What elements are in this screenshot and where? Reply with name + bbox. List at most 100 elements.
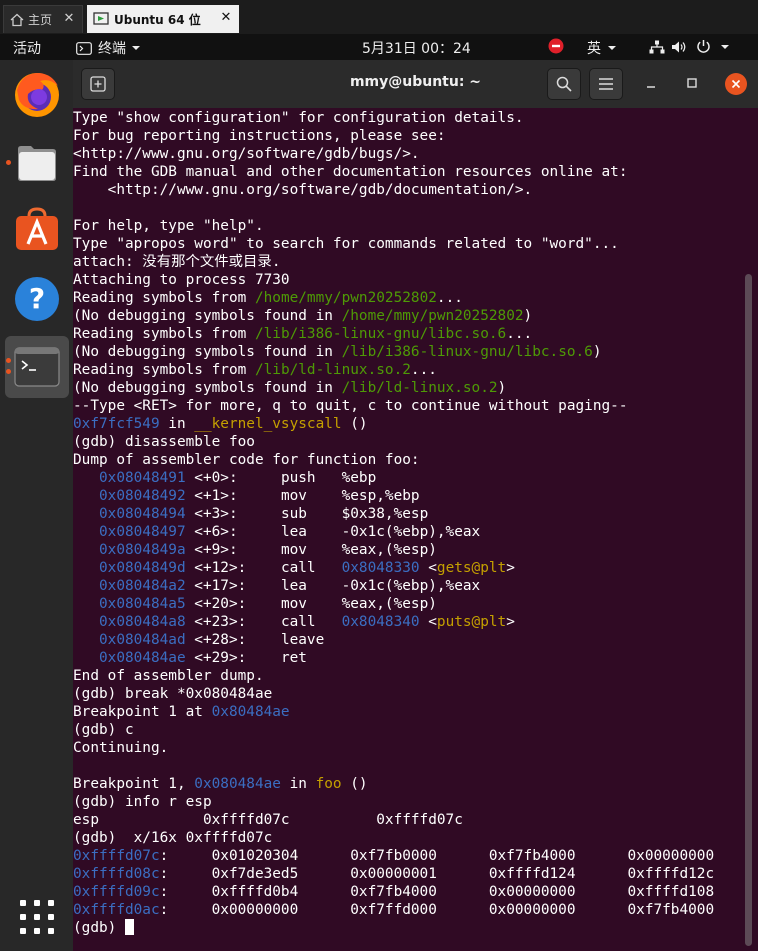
dock-software-center[interactable] [5,200,69,262]
terminal-line: 0x08048497 <+6>: lea -0x1c(%ebp),%eax [73,523,743,541]
chevron-down-icon [721,44,729,49]
minimize-icon[interactable] [646,79,656,89]
terminal-text: Dump of assembler code for function foo: [73,452,420,468]
menu-button[interactable] [589,68,623,100]
tab-ubuntu-vm[interactable]: Ubuntu 64 位 ✕ [87,5,239,33]
terminal-line: 0x08048491 <+0>: push %ebp [73,469,743,487]
running-indicator [6,358,11,363]
vm-icon [93,12,109,25]
terminal-line: (gdb) info r esp [73,793,743,811]
terminal-text: > [506,614,515,630]
clock[interactable]: 5月31日 00：24 [362,38,471,58]
terminal-line: (gdb) x/16x 0xffffd07c [73,829,743,847]
chevron-down-icon [132,46,140,50]
terminal-line: Reading symbols from /lib/i386-linux-gnu… [73,325,743,343]
search-button[interactable] [547,68,581,100]
terminal-text: /home/mmy/pwn20252802 [341,308,524,324]
terminal-text: 0x08048491 [99,470,186,486]
terminal-text: 0x080484ae [99,650,186,666]
search-icon [556,76,572,92]
close-icon[interactable]: ✕ [62,12,76,26]
terminal-text: 0x080484a5 [99,596,186,612]
terminal-text: (gdb) info r esp [73,794,212,810]
terminal-line: 0xf7fcf549 in __kernel_vsyscall () [73,415,743,433]
stop-icon[interactable] [548,38,564,54]
scrollbar[interactable] [745,274,752,946]
terminal-text: 0x8048330 [341,560,420,576]
terminal-line: Find the GDB manual and other documentat… [73,163,743,181]
terminal-text: : 0x00000000 0xf7ffd000 0x00000000 0xf7f… [159,902,715,918]
app-menu[interactable]: 终端 [76,38,141,58]
maximize-icon[interactable] [687,78,697,88]
terminal-output[interactable]: Type "show configuration" for configurat… [73,109,743,937]
terminal-line: --Type <RET> for more, q to quit, c to c… [73,397,743,415]
terminal-text: Attaching to process 7730 [73,272,290,288]
running-indicator [6,369,11,374]
dock-firefox[interactable] [5,64,69,126]
terminal-text: () [341,776,368,792]
power-icon [697,40,710,53]
terminal-text: 0xf7fcf549 [73,416,160,432]
terminal-text: 0x080484ad [99,632,186,648]
terminal-text: ... [436,290,463,306]
dock-files[interactable] [5,131,69,193]
terminal-text: ... [506,326,533,342]
terminal-line: 0x08048492 <+1>: mov %esp,%ebp [73,487,743,505]
close-icon[interactable]: ✕ [219,11,233,25]
terminal-line: (No debugging symbols found in /home/mmy… [73,307,743,325]
terminal-line: 0x080484ae <+29>: ret [73,649,743,667]
terminal-text: : 0x01020304 0xf7fb0000 0xf7fb4000 0x000… [159,848,715,864]
terminal-text: < [419,614,437,630]
vm-tab-bar: 主页 ✕ Ubuntu 64 位 ✕ [0,0,758,34]
terminal-text: puts@plt [436,614,507,630]
volume-icon [672,41,686,52]
terminal-text: (gdb) c [73,722,134,738]
terminal-text: 0x080484ae [194,776,281,792]
system-menu[interactable] [649,39,730,54]
terminal-text: 0xffffd08c [73,866,160,882]
terminal-line: Reading symbols from /lib/ld-linux.so.2.… [73,361,743,379]
chevron-down-icon [608,46,616,50]
terminal-line: 0xffffd07c: 0x01020304 0xf7fb0000 0xf7fb… [73,847,743,865]
input-method-menu[interactable]: 英 [587,38,617,58]
terminal-line: For bug reporting instructions, please s… [73,127,743,145]
terminal-text: 0x080484a8 [99,614,186,630]
terminal-text: For bug reporting instructions, please s… [73,128,446,144]
dock-help[interactable]: ? [5,268,69,330]
terminal-text: For help, type "help". [73,218,264,234]
close-window-icon[interactable] [725,73,747,95]
tab-home[interactable]: 主页 ✕ [3,5,83,33]
terminal-text: <+17>: lea -0x1c(%ebp),%eax [185,578,481,594]
terminal-line: Continuing. [73,739,743,757]
terminal-text: <+9>: mov %eax,(%esp) [185,542,437,558]
terminal-line: 0xffffd0ac: 0x00000000 0xf7ffd000 0x0000… [73,901,743,919]
terminal-line: esp 0xffffd07c 0xffffd07c [73,811,743,829]
terminal-text: ) [523,308,533,324]
terminal-text: (No debugging symbols found in [73,308,342,324]
terminal-text: <http://www.gnu.org/software/gdb/documen… [73,182,533,198]
activities-button[interactable]: 活动 [13,38,41,58]
terminal-text: Reading symbols from [73,326,255,342]
terminal-text: <+23>: call [185,614,342,630]
terminal-text: : 0xffffd0b4 0xf7fb4000 0x00000000 0xfff… [159,884,715,900]
terminal-line: Type "show configuration" for configurat… [73,109,743,127]
prompt-line[interactable]: (gdb) [73,919,743,937]
dock-terminal[interactable] [5,336,69,398]
terminal-text: __kernel_vsyscall [194,416,342,432]
terminal-text: 0x80484ae [211,704,290,720]
show-applications-button[interactable] [5,886,69,948]
terminal-text: --Type <RET> for more, q to quit, c to c… [73,398,628,414]
tab-home-label: 主页 [28,13,53,27]
hamburger-icon [599,78,613,90]
terminal-text: /lib/i386-linux-gnu/libc.so.6 [254,326,507,342]
terminal-line: Attaching to process 7730 [73,271,743,289]
terminal-line: attach: 没有那个文件或目录. [73,253,743,271]
terminal-line: (No debugging symbols found in /lib/i386… [73,343,743,361]
terminal-text: Find the GDB manual and other documentat… [73,164,628,180]
